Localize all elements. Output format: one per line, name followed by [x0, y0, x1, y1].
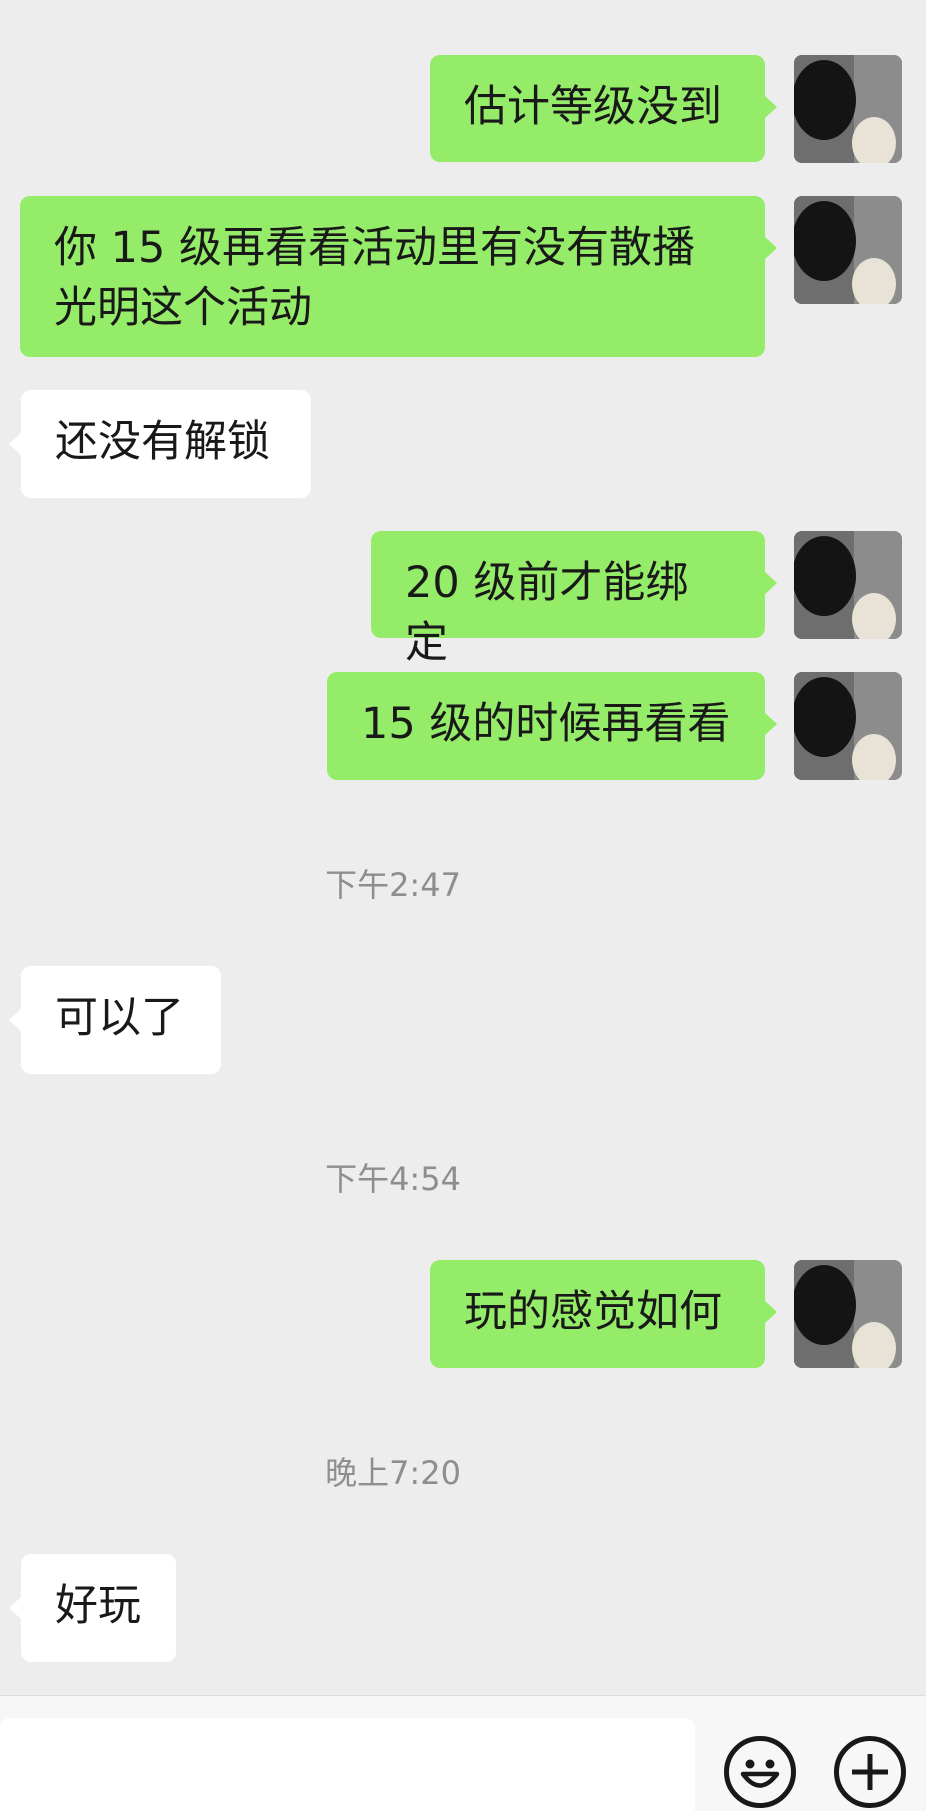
- message-bubble-sent[interactable]: 估计等级没到: [430, 55, 777, 162]
- my-avatar[interactable]: [794, 1260, 902, 1368]
- message-bubble-received[interactable]: 好玩: [9, 1554, 176, 1662]
- emoji-face-icon[interactable]: [724, 1736, 796, 1808]
- message-bubble-received[interactable]: 可以了: [9, 966, 221, 1074]
- message-bubble-sent[interactable]: 15 级的时候再看看: [327, 672, 777, 780]
- my-avatar[interactable]: [794, 672, 902, 780]
- emoji-face-glyph: [740, 1759, 780, 1788]
- message-timestamp: 下午4:54: [325, 1160, 461, 1198]
- message-bubble-received[interactable]: 还没有解锁: [9, 390, 311, 498]
- avatar-photo-icon: [794, 1260, 902, 1368]
- chat-message-list[interactable]: 估计等级没到 你 15 级再看看活动里有没有散播光明这个活动 还没有解锁 20 …: [0, 0, 926, 1695]
- message-bubble-sent[interactable]: 你 15 级再看看活动里有没有散播光明这个活动: [20, 196, 777, 357]
- my-avatar[interactable]: [794, 196, 902, 304]
- message-input[interactable]: [0, 1718, 695, 1811]
- message-bubble-sent[interactable]: 20 级前才能绑定: [371, 531, 777, 668]
- message-bubble-sent[interactable]: 玩的感觉如何: [430, 1260, 777, 1368]
- plus-glyph: [852, 1754, 888, 1790]
- my-avatar[interactable]: [794, 55, 902, 163]
- message-timestamp: 晚上7:20: [325, 1454, 461, 1492]
- plus-circle-icon[interactable]: [834, 1736, 906, 1808]
- avatar-photo-icon: [794, 55, 902, 163]
- my-avatar[interactable]: [794, 531, 902, 639]
- avatar-photo-icon: [794, 196, 902, 304]
- message-timestamp: 下午2:47: [325, 866, 461, 904]
- avatar-photo-icon: [794, 672, 902, 780]
- avatar-photo-icon: [794, 531, 902, 639]
- chat-input-bar: [0, 1695, 926, 1811]
